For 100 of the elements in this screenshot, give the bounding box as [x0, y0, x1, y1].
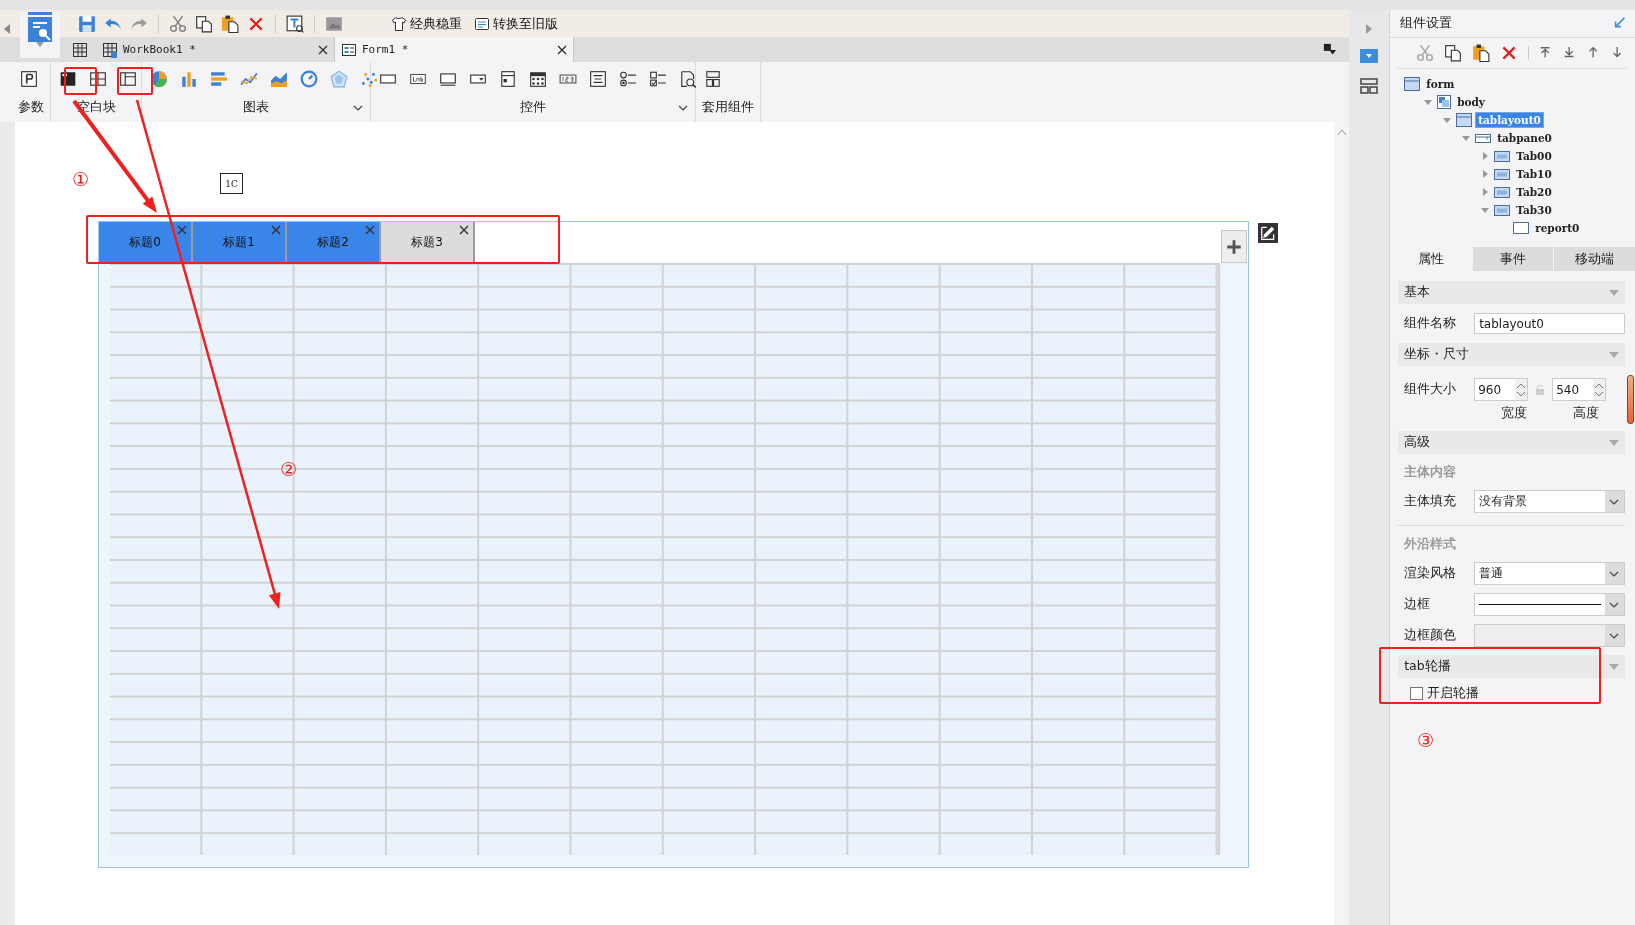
- form-icon[interactable]: [341, 41, 357, 58]
- text-area-icon[interactable]: [589, 70, 607, 88]
- layout-icon[interactable]: [704, 70, 722, 88]
- panel-tab[interactable]: 移动端: [1553, 247, 1635, 271]
- tree-item[interactable]: tabpane0: [1495, 131, 1554, 145]
- spinner-arrows-icon[interactable]: [1517, 382, 1526, 397]
- radio-group-icon[interactable]: [619, 70, 637, 88]
- field-label: 高度: [1572, 405, 1601, 422]
- collapse-arrow-icon[interactable]: [1462, 134, 1471, 142]
- document-tab[interactable]: Form1 *: [335, 37, 574, 62]
- widget-label[interactable]: 1C: [220, 173, 243, 194]
- paste-icon[interactable]: [1472, 44, 1491, 62]
- highlight-frame: [64, 67, 97, 95]
- tree-item[interactable]: body: [1455, 95, 1487, 109]
- expand-arrow-icon[interactable]: [1481, 188, 1490, 196]
- line-chart-icon[interactable]: [240, 70, 258, 88]
- dock-icon[interactable]: [1323, 42, 1338, 57]
- split-layout-icon[interactable]: [89, 70, 107, 88]
- search-icon[interactable]: [679, 70, 697, 88]
- tab-icon[interactable]: [1494, 168, 1511, 180]
- pie-chart-icon[interactable]: [150, 70, 168, 88]
- section-header[interactable]: tab轮播: [1404, 658, 1451, 675]
- save-icon[interactable]: [78, 14, 96, 33]
- window-icon[interactable]: [1404, 77, 1421, 91]
- spreadsheet-icon[interactable]: [102, 41, 118, 58]
- checkbox-group-icon[interactable]: [649, 70, 667, 88]
- field-label: 边框: [1404, 596, 1432, 613]
- group-label: 套用组件: [702, 98, 754, 116]
- tab-icon[interactable]: [1494, 204, 1511, 216]
- tab-icon[interactable]: [1494, 186, 1511, 198]
- legacy-version-button[interactable]: 转换至旧版: [472, 14, 560, 33]
- tree-item[interactable]: Tab30: [1514, 203, 1554, 217]
- section-header[interactable]: 高级: [1404, 434, 1431, 451]
- copy-icon[interactable]: [195, 14, 213, 33]
- expand-arrow-icon[interactable]: [1481, 170, 1490, 178]
- tab-layout-icon[interactable]: [119, 70, 137, 88]
- layout-tab[interactable]: 标题2: [287, 222, 381, 263]
- tree-item[interactable]: Tab10: [1514, 167, 1554, 181]
- list-widget-icon[interactable]: [499, 70, 517, 88]
- gauge-chart-icon[interactable]: [300, 70, 318, 88]
- add-sheet-icon[interactable]: [72, 41, 88, 58]
- tree-item[interactable]: form: [1424, 77, 1457, 91]
- tab-icon[interactable]: [1494, 150, 1511, 162]
- tree-item[interactable]: Tab20: [1514, 185, 1554, 199]
- panel-tab[interactable]: 事件: [1471, 247, 1554, 271]
- area-chart-icon[interactable]: [270, 70, 288, 88]
- layout-icon[interactable]: [1360, 78, 1379, 94]
- image-icon[interactable]: [325, 14, 343, 33]
- checkbox[interactable]: [1410, 686, 1424, 700]
- height-spinner[interactable]: 540: [1552, 378, 1607, 401]
- scrollbar[interactable]: [1627, 375, 1635, 424]
- width-spinner[interactable]: 960: [1474, 378, 1529, 401]
- step-number: ①: [72, 170, 90, 189]
- dropdown[interactable]: 没有背景: [1474, 490, 1625, 513]
- add-tab-button[interactable]: [1221, 230, 1247, 263]
- window-icon[interactable]: [1456, 113, 1473, 127]
- line-style-dropdown[interactable]: [1474, 593, 1625, 616]
- tree-item[interactable]: tablayout0: [1476, 113, 1543, 127]
- tab-pane-icon[interactable]: [1475, 132, 1492, 144]
- tree-item[interactable]: Tab00: [1514, 149, 1554, 163]
- calendar-icon[interactable]: [529, 70, 547, 88]
- edit-icon[interactable]: [1258, 223, 1278, 243]
- copy-icon[interactable]: [1444, 44, 1463, 62]
- tree-item[interactable]: report0: [1533, 221, 1582, 235]
- collapse-arrow-icon[interactable]: [1481, 206, 1490, 214]
- shirt-icon[interactable]: [391, 15, 407, 32]
- spinner-arrows-icon[interactable]: [1595, 382, 1604, 397]
- scatter-chart-icon[interactable]: [360, 70, 378, 88]
- text-field-widget-icon[interactable]: [439, 70, 457, 88]
- bar-chart-icon[interactable]: [180, 70, 198, 88]
- checkbox-label[interactable]: 开启轮播: [1427, 684, 1480, 702]
- horizontal-bar-chart-icon[interactable]: [210, 70, 228, 88]
- dropdown-panel-icon[interactable]: [1360, 48, 1379, 64]
- body-icon[interactable]: [1437, 95, 1452, 109]
- layout-tab[interactable]: 标题0: [99, 222, 193, 263]
- plus-icon[interactable]: [1225, 237, 1243, 256]
- section-header[interactable]: 基本: [1404, 284, 1431, 301]
- layout-tab[interactable]: 标题1: [193, 222, 287, 263]
- collapse-arrow-icon[interactable]: [1424, 98, 1433, 106]
- group-label: 参数: [18, 98, 44, 116]
- close-icon[interactable]: [557, 44, 567, 55]
- dropdown[interactable]: 普通: [1474, 562, 1625, 585]
- step-number: ③: [1417, 731, 1435, 750]
- panel-title: 组件设置: [1400, 15, 1453, 32]
- collapse-left-icon[interactable]: [4, 24, 10, 34]
- color-dropdown[interactable]: [1474, 624, 1625, 647]
- scissors-icon[interactable]: [169, 14, 187, 33]
- close-icon[interactable]: [459, 225, 469, 235]
- report-designer-icon[interactable]: [26, 12, 54, 42]
- collapse-arrow-icon[interactable]: [1443, 116, 1452, 124]
- name-field[interactable]: tablayout0: [1474, 313, 1625, 334]
- paste-icon[interactable]: [221, 14, 239, 33]
- preview-icon[interactable]: [286, 14, 304, 33]
- close-icon[interactable]: [318, 44, 328, 55]
- form-icon[interactable]: [474, 15, 490, 32]
- theme-button[interactable]: 经典稳重: [389, 14, 464, 33]
- report-icon[interactable]: [1513, 222, 1530, 234]
- parameter-icon[interactable]: [20, 70, 38, 88]
- expand-arrow-icon[interactable]: [1481, 152, 1490, 160]
- layout-tab[interactable]: 标题3: [381, 222, 475, 263]
